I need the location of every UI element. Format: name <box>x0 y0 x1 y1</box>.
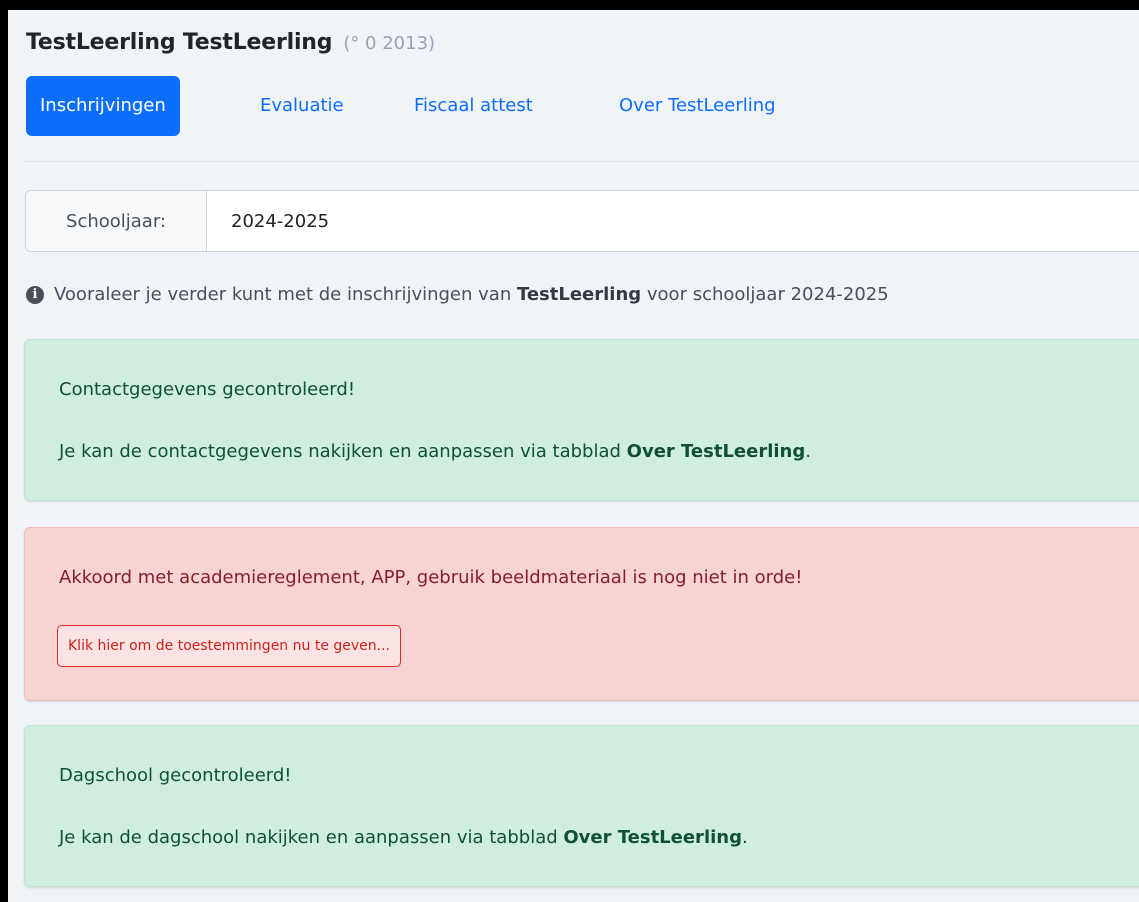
dayschool-alert: Dagschool gecontroleerd! Je kan de dagsc… <box>24 725 1139 887</box>
give-permissions-button[interactable]: Klik hier om de toestemmingen nu te geve… <box>57 625 401 667</box>
tab-over-testleerling[interactable]: Over TestLeerling <box>619 76 776 136</box>
contact-alert-text: Je kan de contactgegevens nakijken en aa… <box>59 441 811 462</box>
schoolyear-value[interactable]: 2024-2025 <box>207 211 329 232</box>
schoolyear-select[interactable]: Schooljaar: 2024-2025 <box>25 190 1139 252</box>
info-circle-icon: i <box>26 285 44 304</box>
info-text-after: voor schooljaar 2024-2025 <box>641 284 889 305</box>
permissions-alert-title: Akkoord met academiereglement, APP, gebr… <box>59 567 803 588</box>
contact-alert-body: Je kan de contactgegevens nakijken en aa… <box>59 441 627 462</box>
page-frame: TestLeerling TestLeerling (° 0 2013) Ins… <box>8 10 1139 902</box>
contact-alert-suffix: . <box>805 441 811 462</box>
info-student: TestLeerling <box>516 284 642 305</box>
contact-alert-title: Contactgegevens gecontroleerd! <box>59 379 356 400</box>
dayschool-alert-text: Je kan de dagschool nakijken en aanpasse… <box>59 827 748 848</box>
tab-evaluatie[interactable]: Evaluatie <box>260 76 344 136</box>
permissions-alert: Akkoord met academiereglement, APP, gebr… <box>24 527 1139 701</box>
student-name: TestLeerling TestLeerling <box>26 30 333 55</box>
dayschool-alert-title: Dagschool gecontroleerd! <box>59 765 292 786</box>
schoolyear-label: Schooljaar: <box>26 191 207 251</box>
dayschool-alert-body: Je kan de dagschool nakijken en aanpasse… <box>59 827 564 848</box>
contact-alert-link: Over TestLeerling <box>626 441 806 462</box>
dayschool-alert-link: Over TestLeerling <box>563 827 742 848</box>
info-text-before: Vooraleer je verder kunt met de inschrij… <box>54 284 517 305</box>
dayschool-alert-suffix: . <box>741 827 748 848</box>
contact-alert: Contactgegevens gecontroleerd! Je kan de… <box>24 339 1139 501</box>
info-message: i Vooraleer je verder kunt met de inschr… <box>26 284 889 305</box>
tab-inschrijvingen[interactable]: Inschrijvingen <box>26 76 180 136</box>
birth-info: (° 0 2013) <box>343 33 436 54</box>
tab-fiscaal-attest[interactable]: Fiscaal attest <box>414 76 533 136</box>
student-header: TestLeerling TestLeerling (° 0 2013) <box>26 30 435 55</box>
divider <box>24 161 1139 162</box>
